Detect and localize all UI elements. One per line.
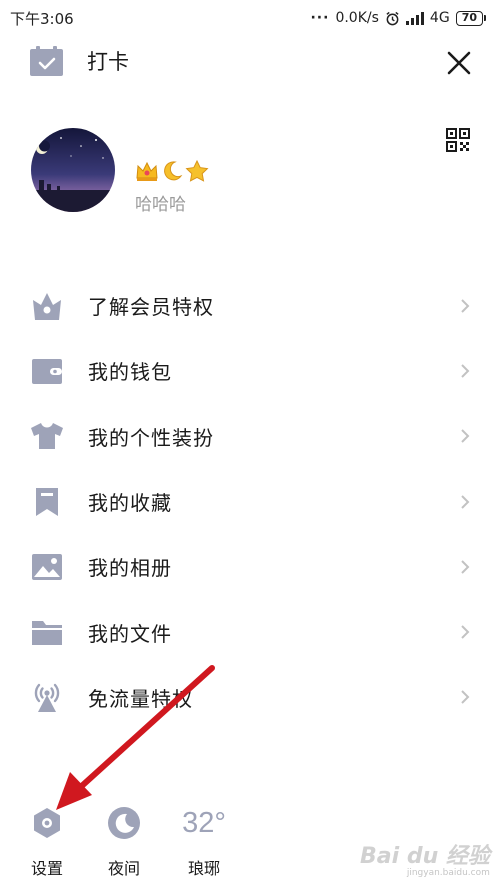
chevron-right-icon bbox=[461, 625, 470, 639]
menu-item-files[interactable]: 我的文件 bbox=[0, 599, 500, 664]
chevron-right-icon bbox=[461, 429, 470, 443]
alarm-icon bbox=[386, 11, 399, 25]
menu-item-favorites[interactable]: 我的收藏 bbox=[0, 469, 500, 534]
menu-item-wallet[interactable]: 我的钱包 bbox=[0, 338, 500, 403]
menu-item-label: 免流量特权 bbox=[88, 686, 193, 711]
close-icon[interactable] bbox=[444, 48, 474, 78]
moon-badge-icon bbox=[164, 161, 183, 181]
crown-badge-icon bbox=[136, 161, 158, 181]
chevron-right-icon bbox=[461, 494, 470, 509]
chevron-right-icon bbox=[461, 298, 470, 313]
calendar-check-icon bbox=[30, 46, 63, 76]
menu-list: 了解会员特权 我的钱包 我的个性装扮 我的收藏 我的相册 我的文件 免流量特权 bbox=[0, 273, 500, 730]
temperature: 32° bbox=[182, 807, 226, 839]
more-dots-icon: ··· bbox=[310, 10, 330, 26]
menu-item-free-data[interactable]: 免流量特权 bbox=[0, 665, 500, 730]
checkin-button[interactable]: 打卡 bbox=[30, 46, 129, 76]
watermark-url: jingyan.baidu.com bbox=[406, 868, 490, 878]
night-label: 夜间 bbox=[107, 859, 140, 878]
network-type: 4G bbox=[429, 10, 450, 26]
network-speed: 0.0K/s bbox=[335, 10, 379, 26]
antenna-icon bbox=[30, 680, 64, 714]
menu-item-label: 了解会员特权 bbox=[88, 295, 214, 320]
status-bar: 下午3:06 ··· 0.0K/s 4G 70 bbox=[0, 0, 500, 36]
battery-level: 70 bbox=[455, 10, 483, 26]
settings-button[interactable]: 设置 bbox=[17, 803, 77, 879]
status-indicators: ··· 0.0K/s 4G 70 bbox=[310, 10, 486, 26]
night-mode-button[interactable]: 夜间 bbox=[94, 803, 154, 879]
chevron-right-icon bbox=[461, 690, 470, 705]
header: 打卡 bbox=[0, 40, 500, 88]
battery-icon: 70 bbox=[455, 10, 486, 26]
checkin-label: 打卡 bbox=[87, 50, 129, 74]
menu-item-personalization[interactable]: 我的个性装扮 bbox=[0, 404, 500, 469]
bookmark-icon bbox=[30, 485, 64, 519]
menu-item-label: 我的文件 bbox=[88, 621, 172, 646]
menu-item-album[interactable]: 我的相册 bbox=[0, 534, 500, 599]
weather-button[interactable]: 32° 琅琊 bbox=[166, 803, 242, 879]
photo-icon bbox=[30, 550, 64, 584]
status-time: 下午3:06 bbox=[10, 9, 74, 28]
tshirt-icon bbox=[30, 419, 64, 453]
crown-basket-icon bbox=[30, 289, 64, 323]
wallet-icon bbox=[30, 354, 64, 388]
moon-icon bbox=[108, 807, 140, 839]
menu-item-label: 我的相册 bbox=[88, 556, 172, 581]
menu-item-label: 我的个性装扮 bbox=[88, 425, 214, 450]
menu-item-label: 我的钱包 bbox=[88, 360, 172, 385]
menu-item-label: 我的收藏 bbox=[88, 491, 172, 516]
watermark-brand: Bai du 经验 bbox=[360, 844, 490, 869]
avatar[interactable] bbox=[31, 128, 115, 212]
folder-icon bbox=[30, 615, 64, 649]
signal-icon bbox=[405, 11, 424, 25]
menu-item-vip-privileges[interactable]: 了解会员特权 bbox=[0, 273, 500, 338]
qr-code-icon[interactable] bbox=[446, 128, 470, 152]
settings-hexagon-icon bbox=[34, 808, 60, 838]
chevron-right-icon bbox=[461, 560, 470, 574]
username: 哈哈哈 bbox=[135, 195, 186, 215]
city-label: 琅琊 bbox=[187, 859, 220, 878]
settings-label: 设置 bbox=[30, 859, 63, 878]
star-badge-icon bbox=[185, 160, 209, 182]
chevron-right-icon bbox=[461, 364, 470, 378]
watermark: Bai du 经验 jingyan.baidu.com bbox=[360, 838, 490, 878]
vip-badges[interactable] bbox=[135, 160, 209, 182]
